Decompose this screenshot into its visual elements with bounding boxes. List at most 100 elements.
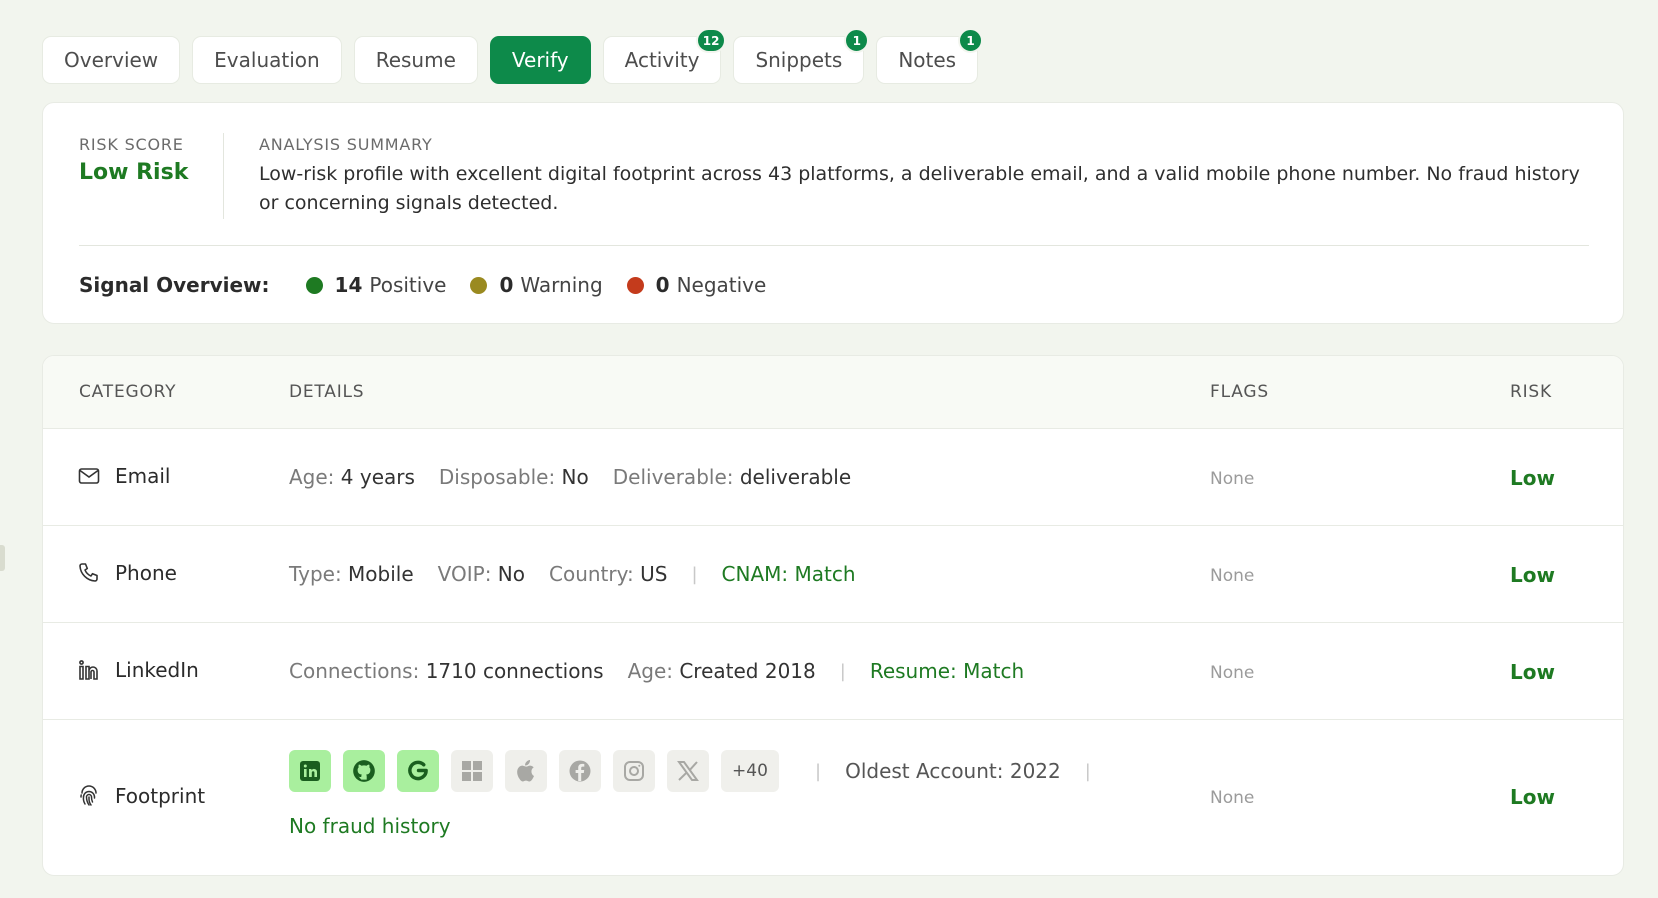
signal-count: 0 bbox=[655, 273, 670, 297]
flags-value: None bbox=[1210, 788, 1255, 808]
detail-value: No bbox=[497, 562, 525, 586]
risk-summary-card: RISK SCORE Low Risk ANALYSIS SUMMARY Low… bbox=[42, 102, 1624, 324]
vertical-divider bbox=[223, 133, 224, 219]
tab-overview[interactable]: Overview bbox=[42, 36, 181, 84]
signal-negative: 0 Negative bbox=[626, 273, 767, 297]
signal-overview: Signal Overview: 14 Positive 0 Warning 0… bbox=[79, 273, 790, 297]
analysis-summary-label: ANALYSIS SUMMARY bbox=[259, 135, 433, 154]
snippets-count-badge: 1 bbox=[844, 28, 870, 53]
category-label: Email bbox=[115, 464, 171, 488]
table-row-linkedin: LinkedIn Connections: 1710 connections A… bbox=[43, 623, 1623, 720]
details-cell: Type: Mobile VOIP: No Country: US | CNAM… bbox=[289, 562, 856, 586]
tab-activity[interactable]: Activity 12 bbox=[602, 28, 727, 84]
category-label: LinkedIn bbox=[115, 658, 199, 682]
tab-bar: Overview Evaluation Resume Verify Activi… bbox=[42, 28, 984, 84]
risk-score-label: RISK SCORE bbox=[79, 135, 184, 154]
detail-value: Created 2018 bbox=[679, 659, 816, 683]
details-cell: +40 | Oldest Account: 2022 | No fraud hi… bbox=[289, 750, 1115, 838]
x-icon[interactable] bbox=[667, 750, 709, 792]
category-label: Phone bbox=[115, 561, 177, 585]
signal-positive: 14 Positive bbox=[305, 273, 447, 297]
detail-value: 1710 connections bbox=[425, 659, 604, 683]
category-label: Footprint bbox=[115, 784, 206, 808]
flags-value: None bbox=[1210, 663, 1255, 683]
risk-score-block: RISK SCORE Low Risk bbox=[79, 135, 219, 185]
detail-key: Age: bbox=[289, 465, 335, 489]
detail-key: Country: bbox=[549, 562, 634, 586]
tab-label: Evaluation bbox=[214, 48, 320, 72]
detail-key: Connections: bbox=[289, 659, 420, 683]
risk-value: Low bbox=[1510, 660, 1555, 684]
tab-evaluation[interactable]: Evaluation bbox=[192, 36, 342, 84]
cnam-match: CNAM: Match bbox=[721, 562, 856, 586]
tab-snippets[interactable]: Snippets 1 bbox=[733, 28, 870, 84]
table-row-email: Email Age: 4 years Disposable: No Delive… bbox=[43, 429, 1623, 526]
apple-icon[interactable] bbox=[505, 750, 547, 792]
detail-key: Age: bbox=[627, 659, 673, 683]
signal-count: 0 bbox=[499, 273, 514, 297]
header-details: DETAILS bbox=[289, 382, 365, 402]
tab-label: Resume bbox=[375, 48, 456, 72]
separator: | bbox=[815, 760, 822, 782]
tab-notes[interactable]: Notes 1 bbox=[876, 28, 984, 84]
separator: | bbox=[691, 563, 698, 585]
detail-key: VOIP: bbox=[437, 562, 492, 586]
flags-value: None bbox=[1210, 566, 1255, 586]
verification-table: CATEGORY DETAILS FLAGS RISK Email Age: 4… bbox=[42, 355, 1624, 876]
table-header: CATEGORY DETAILS FLAGS RISK bbox=[43, 356, 1623, 429]
fingerprint-icon bbox=[77, 784, 101, 808]
category-cell: Footprint bbox=[77, 784, 205, 808]
analysis-summary-text: Low-risk profile with excellent digital … bbox=[259, 163, 1580, 214]
microsoft-icon[interactable] bbox=[451, 750, 493, 792]
fraud-history-status: No fraud history bbox=[289, 814, 451, 838]
linkedin-icon[interactable] bbox=[289, 750, 331, 792]
tab-label: Overview bbox=[64, 48, 159, 72]
category-cell: Email bbox=[77, 464, 171, 488]
detail-value: No bbox=[561, 465, 589, 489]
risk-value: Low bbox=[1510, 785, 1555, 809]
separator: | bbox=[839, 660, 846, 682]
table-row-footprint: Footprint +40 | Oldest Account: 2022 | N… bbox=[43, 720, 1623, 875]
tab-verify[interactable]: Verify bbox=[489, 36, 591, 84]
linkedin-icon bbox=[77, 658, 101, 682]
header-risk: RISK bbox=[1510, 382, 1552, 402]
github-icon[interactable] bbox=[343, 750, 385, 792]
facebook-icon[interactable] bbox=[559, 750, 601, 792]
table-row-phone: Phone Type: Mobile VOIP: No Country: US … bbox=[43, 526, 1623, 623]
resume-match: Resume: Match bbox=[869, 659, 1025, 683]
detail-key: Type: bbox=[289, 562, 342, 586]
detail-value: Mobile bbox=[348, 562, 414, 586]
negative-dot-icon bbox=[626, 276, 644, 294]
risk-value: Low bbox=[1510, 563, 1555, 587]
header-category: CATEGORY bbox=[79, 382, 177, 402]
risk-score-value: Low Risk bbox=[79, 160, 189, 185]
detail-key: Disposable: bbox=[438, 465, 556, 489]
instagram-icon[interactable] bbox=[613, 750, 655, 792]
warning-dot-icon bbox=[470, 276, 488, 294]
side-drag-handle[interactable] bbox=[0, 545, 5, 571]
platform-list: +40 | Oldest Account: 2022 | bbox=[289, 750, 1115, 792]
google-icon[interactable] bbox=[397, 750, 439, 792]
details-cell: Connections: 1710 connections Age: Creat… bbox=[289, 659, 1024, 683]
category-cell: LinkedIn bbox=[77, 658, 199, 682]
mail-icon bbox=[77, 464, 101, 488]
header-flags: FLAGS bbox=[1210, 382, 1269, 402]
signal-overview-label: Signal Overview: bbox=[79, 273, 270, 297]
notes-count-badge: 1 bbox=[958, 28, 984, 53]
tab-label: Snippets bbox=[755, 48, 843, 72]
activity-count-badge: 12 bbox=[695, 28, 727, 53]
detail-value: deliverable bbox=[739, 465, 852, 489]
horizontal-divider bbox=[79, 245, 1589, 246]
detail-value: US bbox=[640, 562, 668, 586]
more-platforms-badge[interactable]: +40 bbox=[721, 750, 779, 792]
risk-value: Low bbox=[1510, 466, 1555, 490]
oldest-account: Oldest Account: 2022 bbox=[845, 759, 1061, 783]
signal-label: Negative bbox=[676, 273, 767, 297]
tab-label: Verify bbox=[511, 48, 569, 72]
separator: | bbox=[1084, 760, 1091, 782]
signal-label: Warning bbox=[520, 273, 603, 297]
detail-value: 4 years bbox=[340, 465, 415, 489]
flags-value: None bbox=[1210, 469, 1255, 489]
signal-label: Positive bbox=[369, 273, 447, 297]
tab-resume[interactable]: Resume bbox=[353, 36, 478, 84]
